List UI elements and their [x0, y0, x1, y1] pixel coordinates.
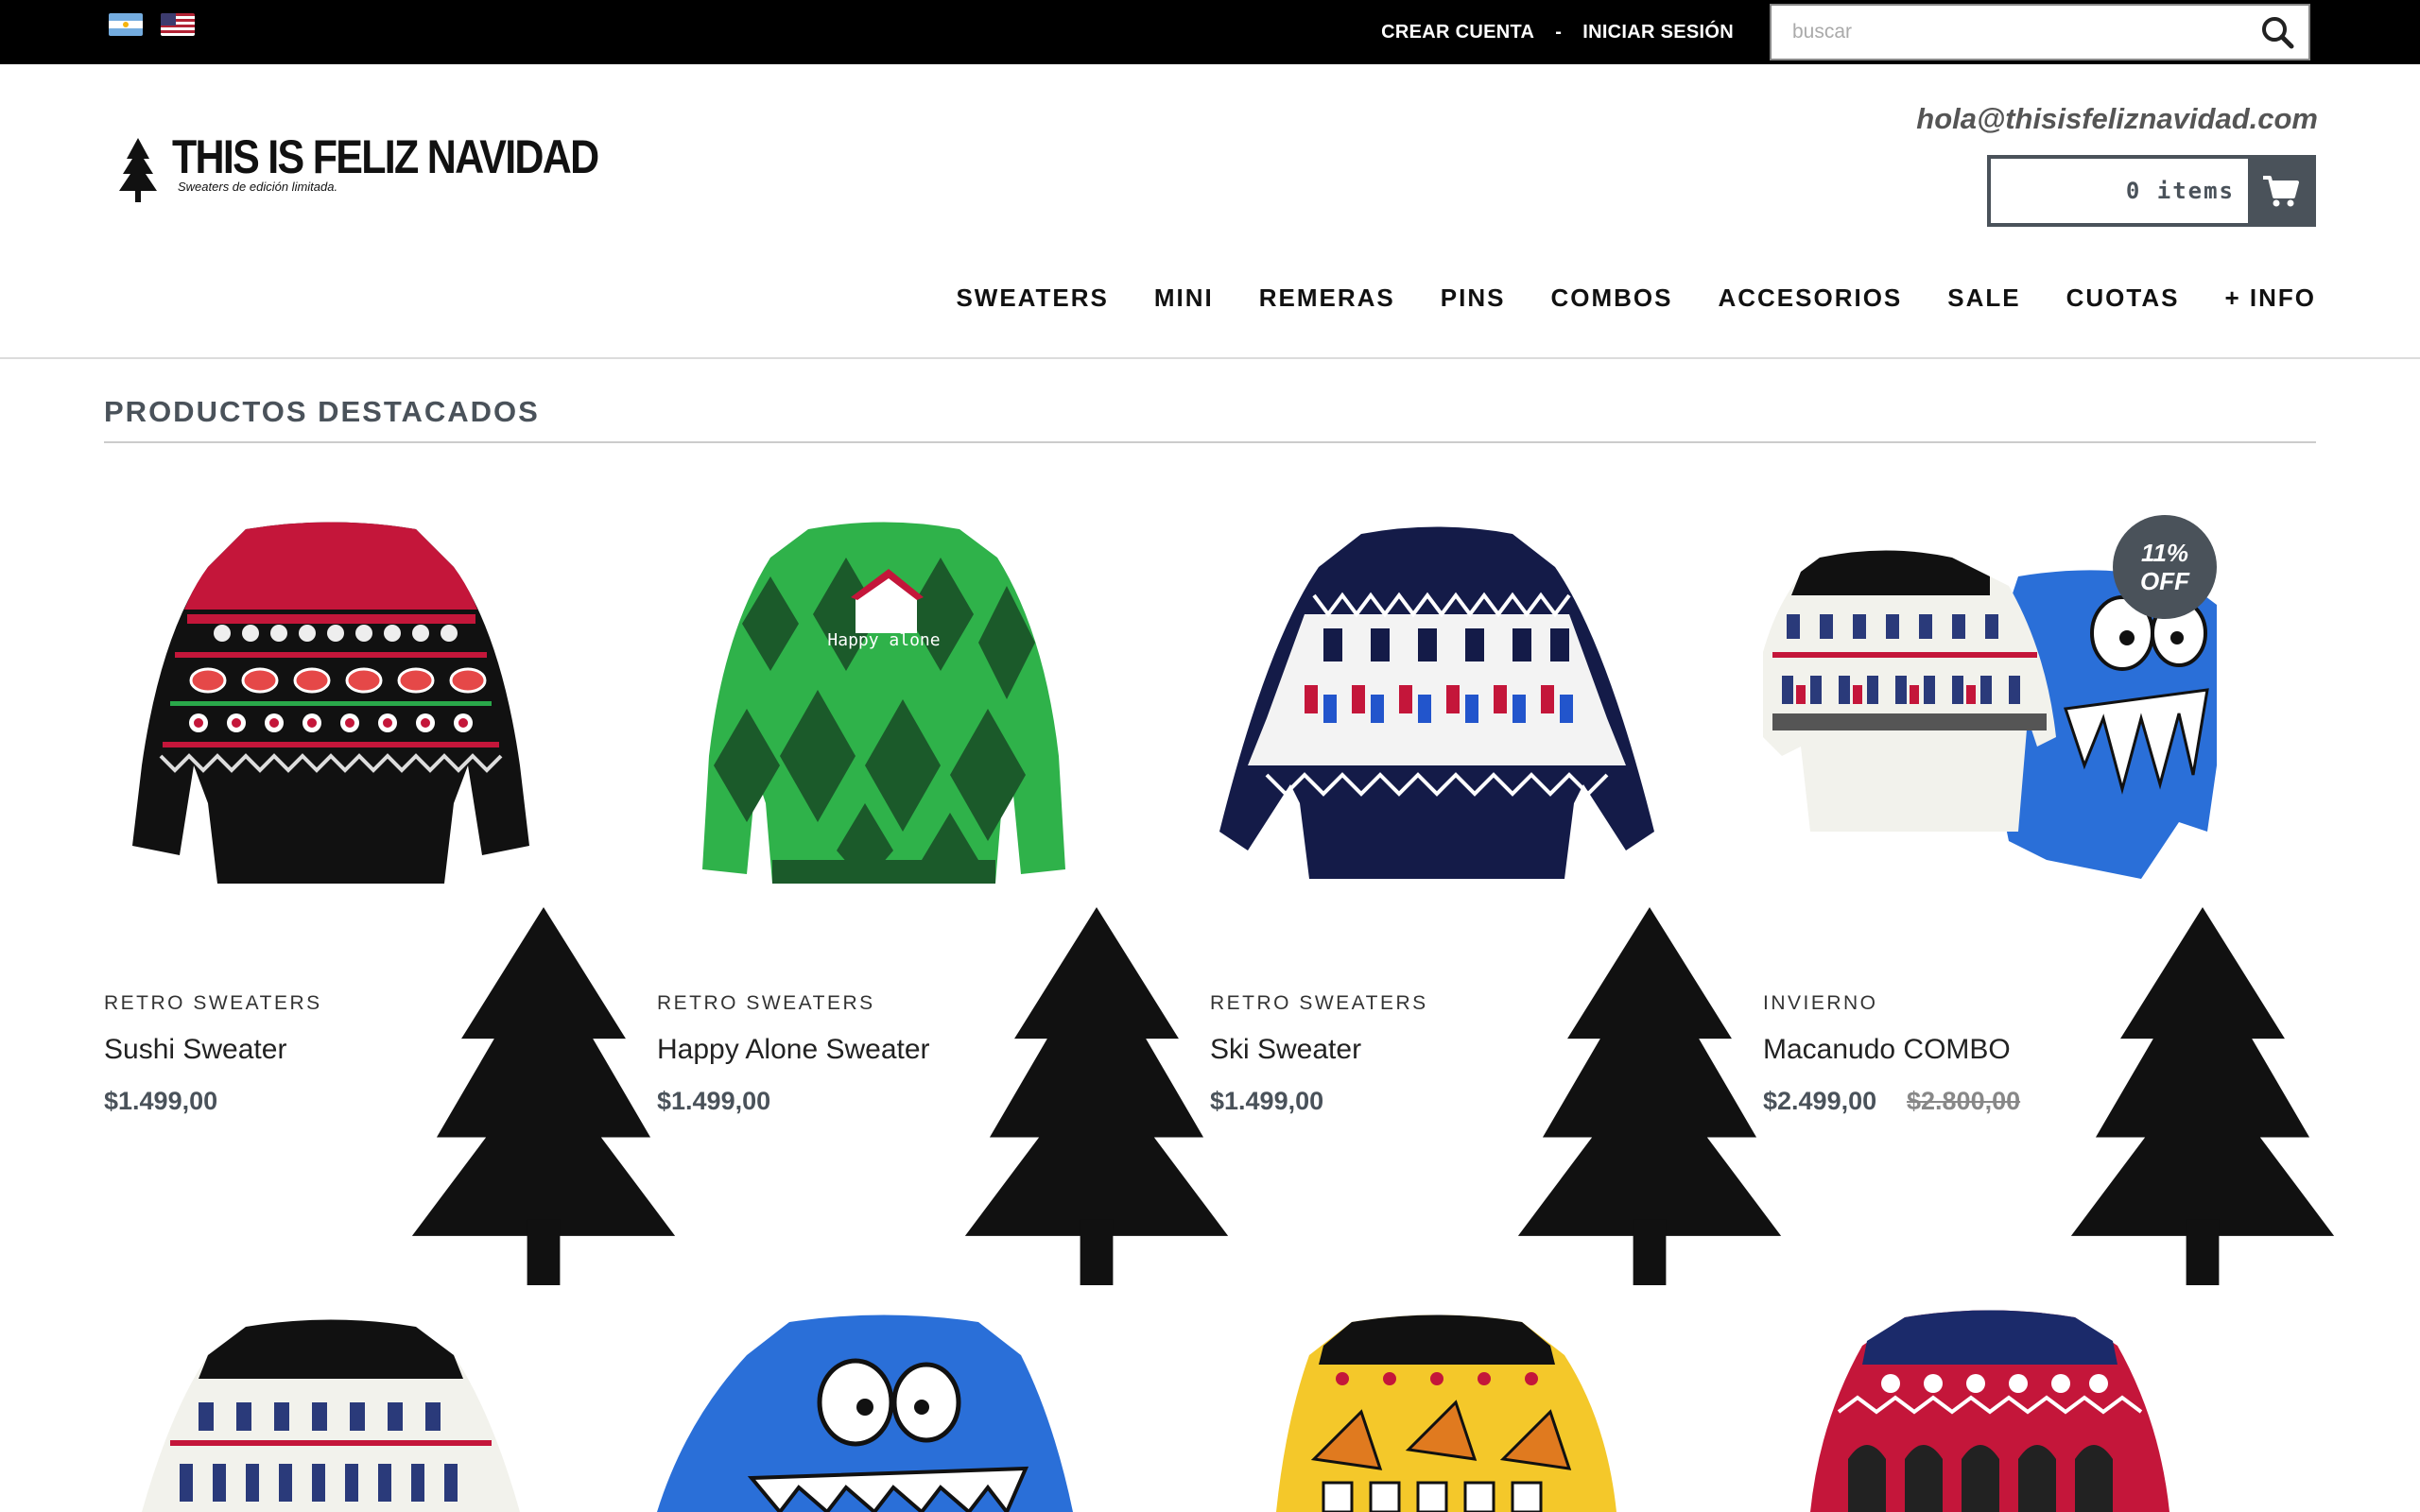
- product-image: [1810, 1310, 2169, 1512]
- nav-cuotas[interactable]: CUOTAS: [2066, 284, 2180, 313]
- product-card-partial[interactable]: [104, 1308, 558, 1512]
- product-card[interactable]: Happy alone RETRO SWEATERS Happy Alone S…: [657, 520, 1229, 1285]
- product-price: $2.499,00: [1763, 1087, 1877, 1115]
- product-image: [1276, 1314, 1616, 1512]
- usa-flag-icon[interactable]: [161, 13, 195, 36]
- product-name[interactable]: Ski Sweater: [1210, 1034, 1361, 1066]
- cart-button[interactable]: 0 items: [1987, 155, 2316, 227]
- cart-icon-box: [2248, 159, 2312, 223]
- happy-alone-graphic-text: Happy alone: [827, 630, 940, 650]
- contact-email-link[interactable]: hola@thisisfeliznavidad.com: [1916, 102, 2318, 136]
- product-image: [657, 1314, 1073, 1512]
- nav-pins[interactable]: PINS: [1441, 284, 1506, 313]
- nav-sweaters[interactable]: SWEATERS: [956, 284, 1108, 313]
- product-image[interactable]: [1210, 520, 1782, 1285]
- header-divider: [0, 357, 2420, 359]
- product-image: [142, 1319, 520, 1512]
- product-category: RETRO SWEATERS: [657, 992, 875, 1014]
- product-category: RETRO SWEATERS: [104, 992, 322, 1014]
- nav-info[interactable]: + INFO: [2224, 284, 2316, 313]
- product-card-partial[interactable]: [1763, 1308, 2217, 1512]
- product-card-partial[interactable]: [1210, 1308, 1664, 1512]
- cart-item-count: 0 items: [2125, 178, 2235, 204]
- account-links-separator: -: [1555, 21, 1563, 43]
- nav-remeras[interactable]: REMERAS: [1259, 284, 1395, 313]
- search-button[interactable]: [2244, 4, 2310, 60]
- discount-badge-off: OFF: [2140, 567, 2189, 595]
- search-box: [1766, 0, 2314, 64]
- product-name[interactable]: Happy Alone Sweater: [657, 1034, 930, 1066]
- product-category: RETRO SWEATERS: [1210, 992, 1428, 1014]
- main-nav: SWEATERS MINI REMERAS PINS COMBOS ACCESO…: [956, 284, 2316, 313]
- product-card-partial[interactable]: [657, 1308, 1111, 1512]
- search-icon: [2262, 17, 2294, 49]
- nav-accesorios[interactable]: ACCESORIOS: [1718, 284, 1902, 313]
- logo-title: THIS IS FELIZ NAVIDAD: [172, 130, 599, 183]
- nav-sale[interactable]: SALE: [1947, 284, 2020, 313]
- happy-alone-sweater-image: Happy alone: [702, 522, 1065, 884]
- section-divider: [104, 441, 2316, 443]
- cart-icon: [2263, 176, 2299, 207]
- sushi-sweater-image: [132, 522, 529, 884]
- pine-tree-icon: [119, 138, 157, 202]
- product-old-price: $2.800,00: [1907, 1087, 2021, 1115]
- argentina-flag-icon[interactable]: [109, 13, 143, 36]
- site-logo[interactable]: THIS IS FELIZ NAVIDAD Sweaters de edició…: [115, 132, 667, 204]
- product-price: $1.499,00: [1210, 1087, 1324, 1115]
- product-card[interactable]: RETRO SWEATERS Sushi Sweater $1.499,00: [104, 520, 676, 1285]
- product-name[interactable]: Macanudo COMBO: [1763, 1034, 2011, 1066]
- product-card[interactable]: RETRO SWEATERS Ski Sweater $1.499,00: [1210, 520, 1782, 1285]
- product-category: INVIERNO: [1763, 992, 1878, 1014]
- section-title: PRODUCTOS DESTACADOS: [104, 395, 540, 428]
- pine-tree-icon: [2070, 907, 2335, 1285]
- top-bar: CREAR CUENTA - INICIAR SESIÓN: [0, 0, 2420, 64]
- nav-combos[interactable]: COMBOS: [1550, 284, 1672, 313]
- discount-badge: 11% OFF: [2113, 515, 2217, 619]
- product-price: $1.499,00: [657, 1087, 771, 1115]
- create-account-link[interactable]: CREAR CUENTA: [1381, 22, 1534, 43]
- account-links: CREAR CUENTA - INICIAR SESIÓN: [1381, 0, 1734, 64]
- search-input[interactable]: [1770, 4, 2244, 60]
- ski-sweater-image: [1219, 526, 1654, 879]
- login-link[interactable]: INICIAR SESIÓN: [1582, 22, 1734, 43]
- product-price: $1.499,00: [104, 1087, 218, 1115]
- product-image[interactable]: Happy alone: [657, 520, 1229, 1285]
- product-name[interactable]: Sushi Sweater: [104, 1034, 286, 1066]
- nav-mini[interactable]: MINI: [1154, 284, 1214, 313]
- product-image[interactable]: [104, 520, 676, 1285]
- discount-badge-percent: 11%: [2140, 539, 2189, 567]
